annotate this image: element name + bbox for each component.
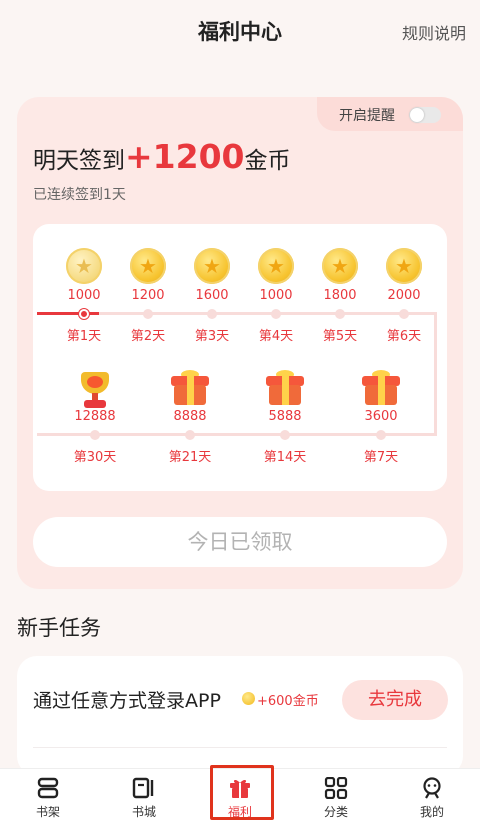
category-grid-icon — [324, 777, 348, 799]
trophy-face — [87, 376, 103, 388]
star-icon: ★ — [139, 254, 157, 278]
progress-dot — [185, 430, 195, 440]
tab-label: 分类 — [323, 805, 348, 819]
tab-label: 书架 — [35, 805, 60, 819]
day-label: 第21天 — [168, 450, 212, 465]
progress-dot — [207, 309, 217, 319]
tab-label: 我的 — [419, 805, 444, 819]
progress-dot — [376, 430, 386, 440]
tomorrow-suffix: 金币 — [244, 148, 291, 174]
gift-icon — [266, 370, 304, 406]
bookstore-icon — [132, 777, 154, 799]
progress-dot — [90, 430, 100, 440]
progress-dot — [79, 309, 89, 319]
star-icon: ★ — [75, 254, 93, 278]
toggle-knob — [410, 108, 424, 122]
day-label: 第5天 — [322, 329, 358, 344]
tab-category[interactable]: 分类 — [301, 769, 371, 822]
star-icon: ★ — [331, 254, 349, 278]
star-icon: ★ — [395, 254, 413, 278]
remind-toggle-area[interactable]: 开启提醒 — [317, 97, 463, 131]
day-label: 第6天 — [386, 329, 422, 344]
gift-icon — [171, 370, 209, 406]
divider — [33, 747, 447, 748]
progress-dot — [271, 309, 281, 319]
day-label: 第7天 — [363, 450, 399, 465]
tomorrow-reward: 明天签到+1200金币 — [33, 137, 291, 176]
remind-toggle[interactable] — [409, 107, 441, 123]
day-label: 第14天 — [263, 450, 307, 465]
star-icon: ★ — [203, 254, 221, 278]
reward-amount: 3600 — [364, 409, 398, 424]
gift-ribbon — [282, 376, 289, 405]
reward-amount: 2000 — [387, 288, 421, 303]
day-label: 第3天 — [194, 329, 230, 344]
profile-icon — [423, 777, 441, 799]
coin-icon: ★ — [386, 248, 422, 284]
coin-icon: ★ — [66, 248, 102, 284]
coin-icon: ★ — [130, 248, 166, 284]
progress-dot — [280, 430, 290, 440]
tab-bookstore[interactable]: 书城 — [109, 769, 179, 822]
rules-link[interactable]: 规则说明 — [402, 20, 466, 44]
task-go-button[interactable]: 去完成 — [342, 680, 448, 720]
reward-amount: 8888 — [173, 409, 207, 424]
bookshelf-icon — [37, 777, 59, 799]
gift-ribbon — [378, 376, 385, 405]
trophy-icon — [75, 370, 115, 410]
header: 福利中心 规则说明 — [0, 0, 480, 62]
reward-amount: 1600 — [195, 288, 229, 303]
day-label: 第4天 — [258, 329, 294, 344]
tasks-title: 新手任务 — [17, 616, 101, 640]
checkin-card: 开启提醒 明天签到+1200金币 已连续签到1天 ★ 1000 第1天 ★ 1200 第2… — [17, 97, 463, 589]
track-connector — [434, 312, 437, 436]
task-name: 通过任意方式登录APP — [33, 690, 221, 712]
task-reward: +600金币 — [257, 694, 319, 709]
tab-profile[interactable]: 我的 — [397, 769, 467, 822]
day-label: 第30天 — [73, 450, 117, 465]
reward-amount: 12888 — [74, 409, 116, 424]
gift-ribbon — [187, 376, 194, 405]
track-progress — [37, 312, 99, 315]
coin-icon: ★ — [322, 248, 358, 284]
reward-amount: 1000 — [67, 288, 101, 303]
progress-dot — [335, 309, 345, 319]
progress-dot — [399, 309, 409, 319]
tomorrow-amount: +1200 — [125, 137, 245, 176]
remind-label: 开启提醒 — [339, 108, 395, 124]
claim-button[interactable]: 今日已领取 — [33, 517, 447, 567]
progress-dot — [143, 309, 153, 319]
tab-label: 书城 — [131, 805, 156, 819]
streak-text: 已连续签到1天 — [33, 187, 126, 203]
coin-icon — [242, 692, 255, 705]
day-label: 第2天 — [130, 329, 166, 344]
task-card: 通过任意方式登录APP +600金币 去完成 — [17, 656, 463, 776]
reward-amount: 1000 — [259, 288, 293, 303]
reward-amount: 5888 — [268, 409, 302, 424]
tab-bookshelf[interactable]: 书架 — [13, 769, 83, 822]
reward-amount: 1200 — [131, 288, 165, 303]
gift-icon — [362, 370, 400, 406]
reward-amount: 1800 — [323, 288, 357, 303]
tomorrow-prefix: 明天签到 — [33, 148, 125, 174]
coin-icon: ★ — [258, 248, 294, 284]
active-tab-highlight — [210, 765, 274, 820]
checkin-days-panel: ★ 1000 第1天 ★ 1200 第2天 ★ 1600 第3天 ★ 1000 第4天 ★ 1800 第5天… — [33, 224, 447, 491]
trophy-base — [84, 400, 106, 408]
day-label: 第1天 — [66, 329, 102, 344]
star-icon: ★ — [267, 254, 285, 278]
coin-icon: ★ — [194, 248, 230, 284]
